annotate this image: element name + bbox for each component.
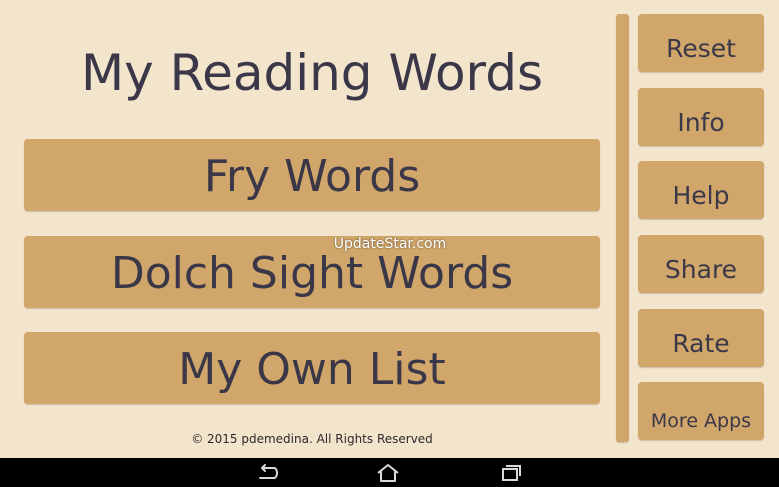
info-button[interactable]: Info xyxy=(638,88,764,146)
my-own-list-button[interactable]: My Own List xyxy=(24,332,600,404)
rate-button[interactable]: Rate xyxy=(638,309,764,367)
fry-words-button[interactable]: Fry Words xyxy=(24,139,600,211)
share-button[interactable]: Share xyxy=(638,235,764,293)
sidebar-divider xyxy=(616,14,629,442)
page-title: My Reading Words xyxy=(80,44,544,102)
watermark-text: UpdateStar.com xyxy=(333,236,447,252)
dolch-sight-words-button[interactable]: Dolch Sight Words xyxy=(24,236,600,308)
app-screen: My Reading Words Fry Words Dolch Sight W… xyxy=(0,0,779,458)
more-apps-button[interactable]: More Apps xyxy=(638,382,764,440)
system-navigation-bar xyxy=(0,458,779,487)
home-icon[interactable] xyxy=(373,462,403,484)
copyright-text: © 2015 pdemedina. All Rights Reserved xyxy=(191,432,433,446)
reset-button[interactable]: Reset xyxy=(638,14,764,72)
recent-apps-icon[interactable] xyxy=(495,462,525,484)
help-button[interactable]: Help xyxy=(638,161,764,219)
back-icon[interactable] xyxy=(252,462,282,484)
